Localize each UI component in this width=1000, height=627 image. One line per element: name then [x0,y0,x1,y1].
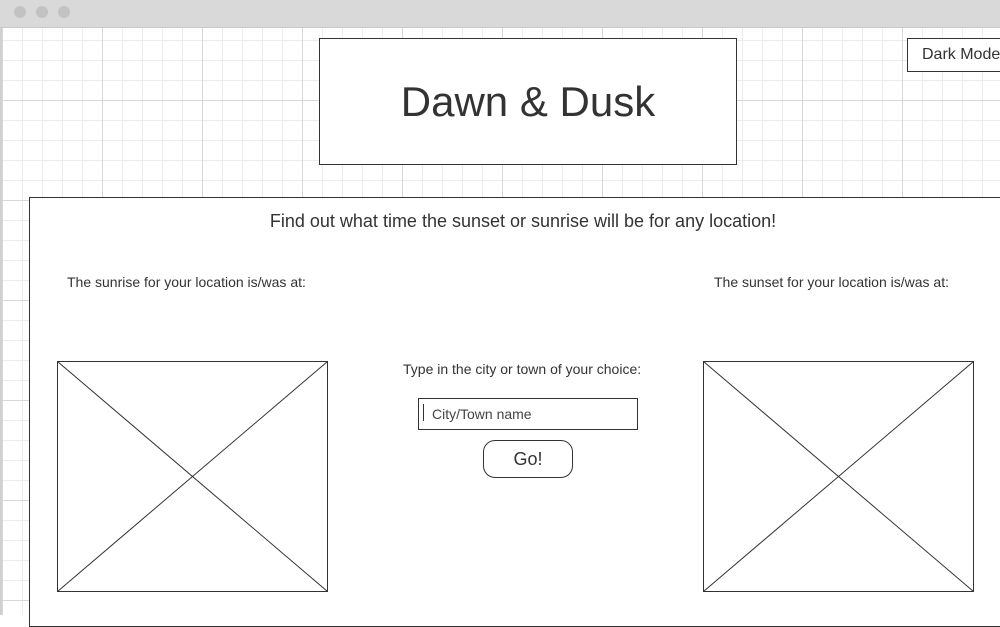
window-titlebar [0,0,1000,28]
sunrise-label: The sunrise for your location is/was at: [67,274,306,290]
go-button-label: Go! [513,448,543,469]
sunrise-image-placeholder [57,361,328,592]
dark-mode-label: Dark Mode [922,46,1000,63]
window-minimize-dot[interactable] [36,6,48,18]
app-title: Dawn & Dusk [400,77,656,125]
go-button[interactable]: Go! [483,440,573,478]
city-prompt-label: Type in the city or town of your choice: [403,361,642,377]
dark-mode-button[interactable]: Dark Mode [907,38,1000,72]
city-input[interactable] [418,398,638,430]
tagline: Find out what time the sunset or sunrise… [269,211,777,231]
sunset-image-placeholder [703,361,974,592]
app-title-box: Dawn & Dusk [319,38,737,165]
window-close-dot[interactable] [14,6,26,18]
text-caret [423,404,424,421]
sunset-label: The sunset for your location is/was at: [714,274,949,290]
window-maximize-dot[interactable] [58,6,70,18]
